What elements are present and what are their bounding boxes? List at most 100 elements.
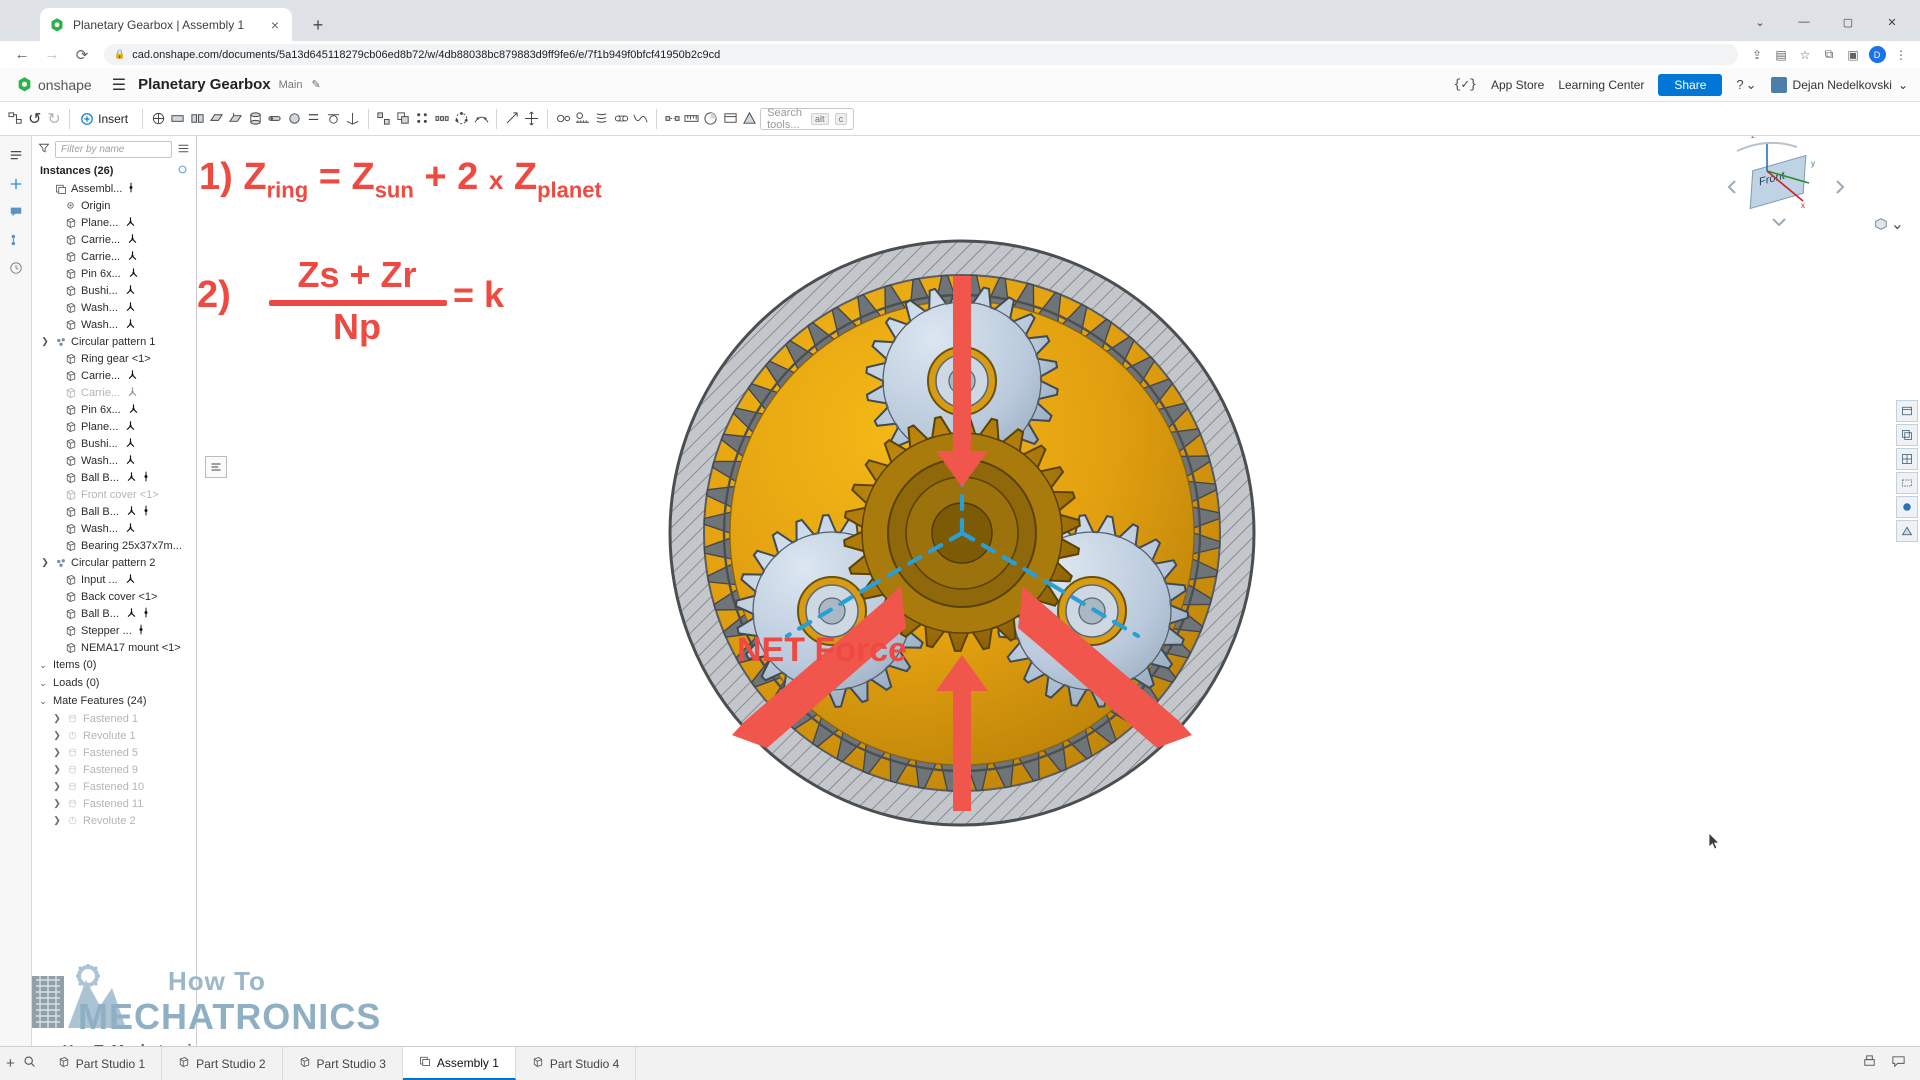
chevron-right-icon[interactable]: ❯ [40,557,50,568]
tree-item-plane[interactable]: Plane... [32,418,196,435]
measure-icon[interactable] [682,106,700,132]
help-button[interactable]: ?⌄ [1736,77,1756,93]
sync-icon[interactable] [177,164,188,178]
curve-pattern-icon[interactable] [472,106,490,132]
tree-item-carrie[interactable]: Carrie... [32,367,196,384]
tree-item-front-cover-1[interactable]: Front cover <1> [32,486,196,503]
grid-icon[interactable] [1896,448,1918,470]
feature-list-icon[interactable] [0,142,32,170]
reload-button[interactable]: ⟳ [68,43,96,67]
tree-item-bushi[interactable]: Bushi... [32,435,196,452]
tree-item-bearing-25x37x7m[interactable]: Bearing 25x37x7m... [32,537,196,554]
tree-item-pin-6x[interactable]: Pin 6x... [32,265,196,282]
slider-mate-icon[interactable] [207,106,225,132]
tree-item-ball-b[interactable]: Ball B... [32,503,196,520]
display-state-icon[interactable] [721,106,739,132]
move-icon[interactable] [523,106,541,132]
tab-part-studio-4[interactable]: Part Studio 4 [516,1047,636,1080]
comment-icon[interactable] [1891,1054,1906,1074]
rack-pinion-icon[interactable] [573,106,591,132]
bookmark-star-icon[interactable]: ☆ [1794,44,1816,66]
tree-item-circular-pattern-1[interactable]: ❯Circular pattern 1 [32,333,196,350]
address-bar[interactable]: 🔒 cad.onshape.com/documents/5a13d6451182… [104,44,1738,65]
hamburger-menu-icon[interactable]: ☰ [100,75,138,95]
mate-icon[interactable] [149,106,167,132]
funnel-icon[interactable] [38,142,50,157]
tab-part-studio-3[interactable]: Part Studio 3 [283,1047,403,1080]
profile-avatar[interactable]: D [1866,44,1888,66]
versions-icon[interactable] [0,226,32,254]
group-icon[interactable] [375,106,393,132]
close-icon[interactable]: × [267,17,283,33]
tree-item-wash[interactable]: Wash... [32,299,196,316]
mate-connector-icon[interactable] [343,106,361,132]
tangent-mate-icon[interactable] [324,106,342,132]
chevron-right-icon[interactable]: ❯ [52,781,62,792]
tree-group-loads-0[interactable]: ⌄Loads (0) [32,674,196,692]
share-icon[interactable]: ⇪ [1746,44,1768,66]
extensions-puzzle-icon[interactable]: ⧉ [1818,44,1840,66]
assembly-tree-icon[interactable] [6,106,24,132]
replicate-icon[interactable] [394,106,412,132]
revolute-mate-icon[interactable] [188,106,206,132]
tab-part-studio-1[interactable]: Part Studio 1 [42,1047,162,1080]
sidebar-icon[interactable]: ▤ [1770,44,1792,66]
redo-icon[interactable]: ↻ [45,106,63,132]
tree-item-wash[interactable]: Wash... [32,520,196,537]
user-menu[interactable]: Dejan Nedelkovski ⌄ [1771,77,1908,93]
mate-feature-revolute-1[interactable]: ❯Revolute 1 [32,727,196,744]
transform-icon[interactable] [503,106,521,132]
add-tab-button[interactable]: + [6,1055,15,1072]
screw-relation-icon[interactable] [593,106,611,132]
section-view-icon[interactable] [741,106,759,132]
view-cube[interactable]: Front z y x [1715,136,1860,241]
tree-item-circular-pattern-2[interactable]: ❯Circular pattern 2 [32,554,196,571]
chevron-right-icon[interactable]: ❯ [40,336,50,347]
chevron-right-icon[interactable]: ❯ [52,764,62,775]
branch-label[interactable]: Main [279,79,303,91]
tab-assembly-1[interactable]: Assembly 1 [403,1047,516,1080]
new-tab-button[interactable]: + [305,13,331,39]
search-icon[interactable] [23,1055,36,1073]
copy-view-icon[interactable] [1896,424,1918,446]
cable-relation-icon[interactable] [632,106,650,132]
mass-properties-icon[interactable] [702,106,720,132]
tree-item-ball-b[interactable]: Ball B... [32,469,196,486]
tree-item-carrie[interactable]: Carrie... [32,231,196,248]
section-view-icon[interactable] [1896,520,1918,542]
tree-item-plane[interactable]: Plane... [32,214,196,231]
tree-item-bushi[interactable]: Bushi... [32,282,196,299]
chevron-down-icon[interactable]: ⌄ [38,660,48,671]
mate-feature-fastened-10[interactable]: ❯Fastened 10 [32,778,196,795]
app-store-button[interactable]: App Store [1491,78,1544,92]
render-mode-icon[interactable] [1896,496,1918,518]
circular-pattern-icon[interactable] [452,106,470,132]
tree-item-assembl[interactable]: Assembl... [32,180,196,197]
comments-icon[interactable] [0,198,32,226]
tree-group-mate-features-24[interactable]: ⌄Mate Features (24) [32,692,196,710]
tree-item-ring-gear-1[interactable]: Ring gear <1> [32,350,196,367]
maximize-button[interactable]: ▢ [1826,9,1870,35]
chevron-right-icon[interactable]: ❯ [52,730,62,741]
gear-relation-icon[interactable] [554,106,572,132]
planar-mate-icon[interactable] [227,106,245,132]
tab-part-studio-2[interactable]: Part Studio 2 [162,1047,282,1080]
insert-button[interactable]: Insert [76,112,136,126]
pattern-icon[interactable] [414,106,432,132]
mate-feature-fastened-1[interactable]: ❯Fastened 1 [32,710,196,727]
tree-item-wash[interactable]: Wash... [32,452,196,469]
chevron-right-icon[interactable]: ❯ [52,747,62,758]
media-icon[interactable]: ▣ [1842,44,1864,66]
insert-panel-icon[interactable] [0,170,32,198]
parallel-mate-icon[interactable] [305,106,323,132]
undo-icon[interactable]: ↺ [25,106,43,132]
featurescript-icon[interactable]: {✓} [1454,77,1477,92]
back-button[interactable]: ← [8,43,36,67]
tree-group-items-0[interactable]: ⌄Items (0) [32,656,196,674]
tree-item-ball-b[interactable]: Ball B... [32,605,196,622]
fastened-mate-icon[interactable] [168,106,186,132]
minimize-button[interactable]: — [1782,9,1826,35]
kebab-menu-icon[interactable]: ⋮ [1890,44,1912,66]
tree-item-carrie[interactable]: Carrie... [32,384,196,401]
tree-item-back-cover-1[interactable]: Back cover <1> [32,588,196,605]
